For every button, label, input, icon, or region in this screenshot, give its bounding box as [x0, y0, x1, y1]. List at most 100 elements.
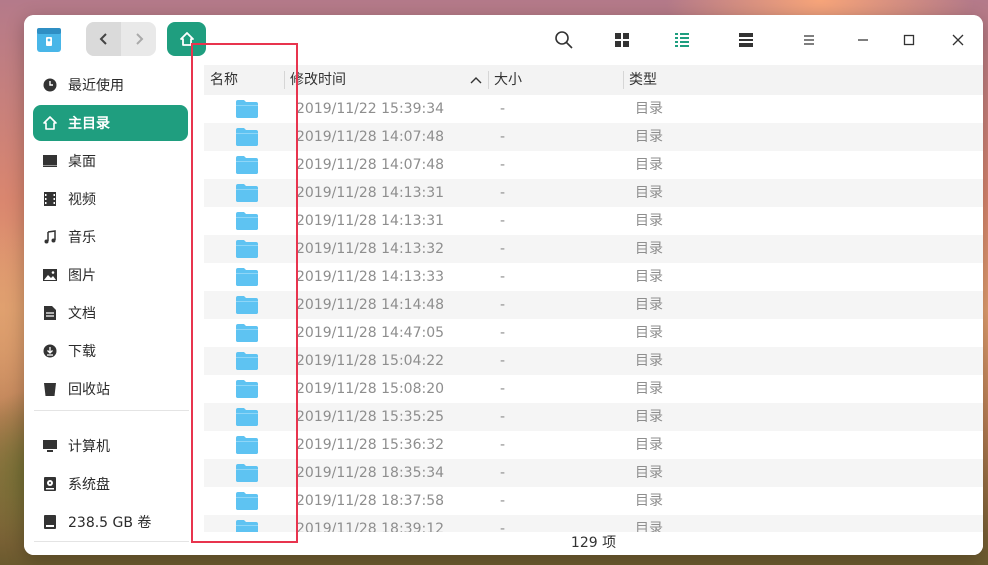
column-divider[interactable]	[488, 71, 489, 89]
type-cell: 目录	[635, 381, 663, 397]
size-cell: -	[500, 101, 506, 117]
sidebar-item-trash[interactable]: 回收站	[33, 371, 188, 407]
computer-icon	[41, 437, 59, 455]
icon-view-button[interactable]	[610, 28, 634, 52]
modified-time-cell: 2019/11/28 15:08:20	[296, 381, 445, 397]
search-icon	[555, 31, 573, 49]
type-cell: 目录	[635, 241, 663, 257]
table-row[interactable]: 2019/11/28 15:08:20 - 目录	[204, 375, 983, 403]
modified-time-cell: 2019/11/28 14:13:31	[296, 185, 445, 201]
column-header-type[interactable]: 类型	[629, 65, 657, 95]
type-cell: 目录	[635, 353, 663, 369]
item-count: 129 项	[570, 535, 617, 551]
size-cell: -	[500, 129, 506, 145]
table-row[interactable]: 2019/11/28 14:13:33 - 目录	[204, 263, 983, 291]
minimize-icon	[858, 39, 868, 41]
table-row[interactable]: 2019/11/28 15:04:22 - 目录	[204, 347, 983, 375]
type-cell: 目录	[635, 465, 663, 481]
highlight-annotation-box	[191, 43, 298, 543]
table-row[interactable]: 2019/11/28 18:39:12 - 目录	[204, 515, 983, 532]
sidebar-item-computer[interactable]: 计算机	[33, 428, 188, 464]
table-row[interactable]: 2019/11/28 14:13:31 - 目录	[204, 179, 983, 207]
sidebar: 最近使用 主目录 桌面 视频 音乐 图片 文档 下载 回收站 计算机 系统盘 2…	[24, 65, 198, 555]
modified-time-cell: 2019/11/28 15:04:22	[296, 353, 445, 369]
size-cell: -	[500, 493, 506, 509]
size-cell: -	[500, 269, 506, 285]
size-cell: -	[500, 353, 506, 369]
sidebar-item-label: 系统盘	[68, 477, 110, 493]
drive-icon	[41, 513, 59, 531]
home-icon	[41, 114, 59, 132]
clock-icon	[41, 76, 59, 94]
detail-panel-button[interactable]	[734, 28, 758, 52]
table-row[interactable]: 2019/11/28 18:35:34 - 目录	[204, 459, 983, 487]
image-icon	[41, 266, 59, 284]
sidebar-item-pictures[interactable]: 图片	[33, 257, 188, 293]
column-header-size[interactable]: 大小	[494, 65, 522, 95]
table-row[interactable]: 2019/11/28 15:35:25 - 目录	[204, 403, 983, 431]
type-cell: 目录	[635, 213, 663, 229]
table-row[interactable]: 2019/11/28 14:07:48 - 目录	[204, 151, 983, 179]
file-rows: 2019/11/22 15:39:34- 目录 2019/11/28 14:07:4…	[204, 95, 983, 532]
minimize-button[interactable]	[850, 27, 876, 53]
sidebar-item-label: 文档	[68, 306, 96, 322]
size-cell: -	[500, 297, 506, 313]
search-button[interactable]	[552, 28, 576, 52]
modified-time-cell: 2019/11/28 14:47:05	[296, 325, 445, 341]
disk-icon	[41, 475, 59, 493]
sidebar-item-label: 计算机	[68, 439, 110, 455]
type-cell: 目录	[635, 185, 663, 201]
table-row[interactable]: 2019/11/28 14:14:48 - 目录	[204, 291, 983, 319]
size-cell: -	[500, 381, 506, 397]
type-cell: 目录	[635, 101, 663, 117]
file-list-view: 名称 修改时间 大小 类型 2019/11/22 15:39:34- 目录 2019…	[204, 65, 983, 555]
modified-time-cell: 2019/11/28 18:35:34	[296, 465, 445, 481]
modified-time-cell: 2019/11/28 14:07:48	[296, 157, 445, 173]
type-cell: 目录	[635, 409, 663, 425]
column-header-modified[interactable]: 修改时间	[290, 65, 346, 95]
type-cell: 目录	[635, 521, 663, 532]
table-row[interactable]: 2019/11/22 15:39:34 - 目录	[204, 95, 983, 123]
sidebar-item-videos[interactable]: 视频	[33, 181, 188, 217]
file-manager-window: 最近使用 主目录 桌面 视频 音乐 图片 文档 下载 回收站 计算机 系统盘 2…	[24, 15, 983, 555]
forward-button[interactable]	[121, 22, 156, 56]
menu-button[interactable]	[796, 27, 822, 53]
column-divider[interactable]	[623, 71, 624, 89]
table-row[interactable]: 2019/11/28 18:37:58 - 目录	[204, 487, 983, 515]
sidebar-item-music[interactable]: 音乐	[33, 219, 188, 255]
sidebar-item-volume[interactable]: 238.5 GB 卷	[33, 504, 188, 540]
sidebar-item-home[interactable]: 主目录	[33, 105, 188, 141]
back-button[interactable]	[86, 22, 121, 56]
document-icon	[41, 304, 59, 322]
file-manager-app-icon[interactable]	[36, 25, 62, 53]
sidebar-item-label: 238.5 GB 卷	[68, 515, 152, 531]
desktop-icon	[41, 152, 59, 170]
close-icon	[952, 34, 964, 46]
hamburger-menu-icon	[804, 35, 814, 45]
maximize-icon	[903, 34, 915, 46]
size-cell: -	[500, 409, 506, 425]
size-cell: -	[500, 325, 506, 341]
sidebar-item-documents[interactable]: 文档	[33, 295, 188, 331]
sidebar-item-label: 回收站	[68, 382, 110, 398]
table-row[interactable]: 2019/11/28 14:13:31 - 目录	[204, 207, 983, 235]
sidebar-item-recent[interactable]: 最近使用	[33, 67, 188, 103]
table-row[interactable]: 2019/11/28 14:13:32 - 目录	[204, 235, 983, 263]
table-row[interactable]: 2019/11/28 14:47:05 - 目录	[204, 319, 983, 347]
modified-time-cell: 2019/11/28 15:35:25	[296, 409, 445, 425]
trash-icon	[41, 380, 59, 398]
maximize-button[interactable]	[896, 27, 922, 53]
sidebar-item-downloads[interactable]: 下载	[33, 333, 188, 369]
list-view-icon	[675, 33, 689, 47]
modified-time-cell: 2019/11/28 14:07:48	[296, 129, 445, 145]
close-button[interactable]	[945, 27, 971, 53]
table-row[interactable]: 2019/11/28 15:36:32 - 目录	[204, 431, 983, 459]
sidebar-item-system-disk[interactable]: 系统盘	[33, 466, 188, 502]
sidebar-item-workspace[interactable]: workspace	[33, 547, 188, 555]
grid-view-icon	[615, 33, 629, 47]
sidebar-item-desktop[interactable]: 桌面	[33, 143, 188, 179]
sidebar-item-label: 音乐	[68, 230, 96, 246]
table-row[interactable]: 2019/11/28 14:07:48 - 目录	[204, 123, 983, 151]
list-view-button[interactable]	[670, 28, 694, 52]
sort-ascending-icon	[470, 65, 484, 95]
